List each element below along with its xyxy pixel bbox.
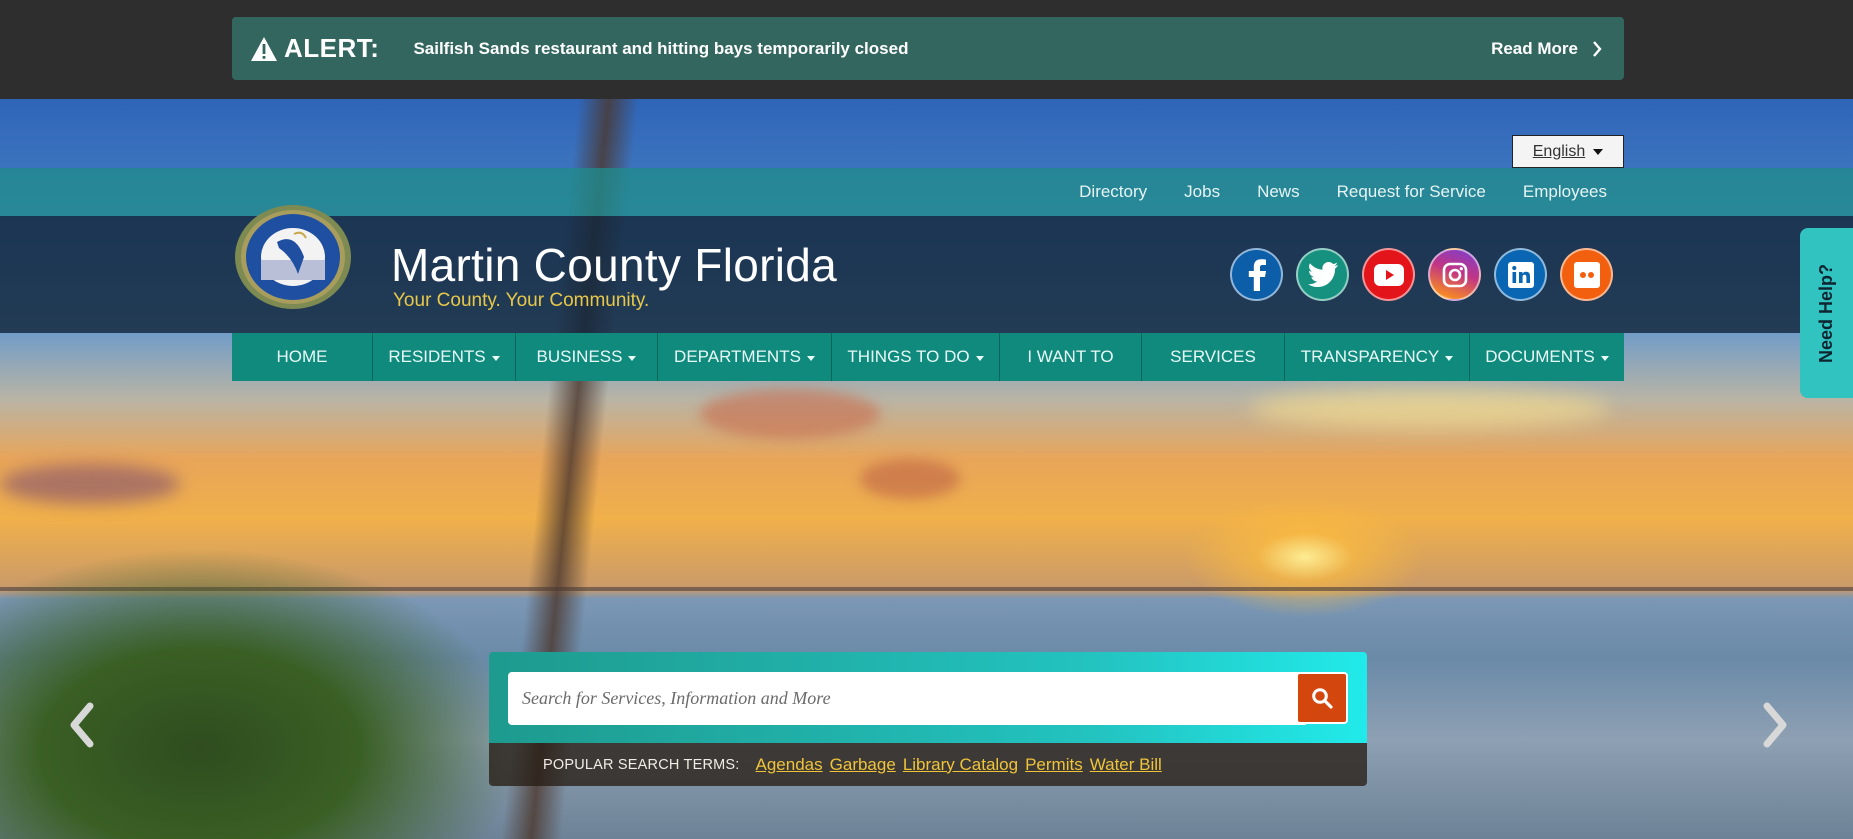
read-more-label: Read More — [1491, 38, 1578, 58]
popular-term-agendas[interactable]: Agendas — [756, 755, 823, 775]
alert-message: Sailfish Sands restaurant and hitting ba… — [413, 38, 909, 58]
nav-item-label: THINGS TO DO — [847, 347, 970, 366]
carousel-next-arrow-icon[interactable] — [1755, 700, 1795, 750]
popular-term-water-bill[interactable]: Water Bill — [1090, 755, 1162, 775]
caret-down-icon — [975, 355, 984, 361]
social-links — [1230, 248, 1613, 301]
cloud — [0, 464, 180, 504]
popular-term-permits[interactable]: Permits — [1025, 755, 1083, 775]
caret-down-icon — [1445, 355, 1454, 361]
caret-down-icon — [806, 355, 815, 361]
site-tagline: Your County. Your Community. — [393, 290, 650, 311]
alert-strip: ALERT: Sailfish Sands restaurant and hit… — [0, 0, 1853, 99]
cloud — [860, 459, 960, 499]
utility-link-news[interactable]: News — [1257, 182, 1300, 202]
site-title[interactable]: Martin County Florida — [391, 238, 837, 292]
main-nav: HOME RESIDENTS BUSINESS DEPARTMENTS THIN… — [232, 333, 1624, 381]
nav-item-label: I WANT TO — [1027, 347, 1114, 366]
nav-item-business[interactable]: BUSINESS — [516, 333, 658, 381]
utility-link-directory[interactable]: Directory — [1079, 182, 1147, 202]
nav-item-label: DEPARTMENTS — [674, 347, 801, 366]
instagram-icon[interactable] — [1428, 248, 1481, 301]
cloud — [700, 389, 880, 439]
nav-item-i-want-to[interactable]: I WANT TO — [1000, 333, 1142, 381]
chevron-right-icon — [1593, 40, 1602, 57]
utility-nav: Directory Jobs News Request for Service … — [1079, 182, 1607, 202]
popular-search-bar: POPULAR SEARCH TERMS: Agendas Garbage Li… — [489, 743, 1367, 786]
nav-item-transparency[interactable]: TRANSPARENCY — [1285, 333, 1470, 381]
twitter-icon[interactable] — [1296, 248, 1349, 301]
utility-link-employees[interactable]: Employees — [1523, 182, 1607, 202]
facebook-icon[interactable] — [1230, 248, 1283, 301]
need-help-tab[interactable]: Need Help? — [1800, 228, 1853, 398]
nav-item-residents[interactable]: RESIDENTS — [373, 333, 516, 381]
language-select[interactable]: English — [1512, 135, 1624, 168]
caret-down-icon — [628, 355, 637, 361]
nav-item-things-to-do[interactable]: THINGS TO DO — [832, 333, 1000, 381]
warning-triangle-icon — [251, 36, 277, 61]
search-icon — [1312, 688, 1333, 709]
utility-link-request-for-service[interactable]: Request for Service — [1337, 182, 1486, 202]
need-help-label: Need Help? — [1816, 263, 1836, 363]
flickr-icon[interactable] — [1560, 248, 1613, 301]
popular-search-label: POPULAR SEARCH TERMS: — [543, 756, 740, 773]
nav-item-documents[interactable]: DOCUMENTS — [1470, 333, 1624, 381]
search-button[interactable] — [1296, 672, 1348, 724]
search-input[interactable] — [508, 672, 1308, 725]
caret-down-icon — [1593, 148, 1604, 155]
nav-item-services[interactable]: SERVICES — [1142, 333, 1285, 381]
county-seal-logo[interactable] — [232, 202, 354, 310]
popular-term-library-catalog[interactable]: Library Catalog — [903, 755, 1018, 775]
nav-item-departments[interactable]: DEPARTMENTS — [658, 333, 832, 381]
search-panel — [489, 652, 1367, 743]
cloud — [1250, 389, 1610, 429]
popular-search-terms: Agendas Garbage Library Catalog Permits … — [756, 755, 1162, 775]
nav-item-home[interactable]: HOME — [232, 333, 373, 381]
nav-item-label: TRANSPARENCY — [1300, 347, 1440, 366]
nav-item-label: HOME — [276, 347, 328, 366]
caret-down-icon — [491, 355, 500, 361]
alert-label: ALERT: — [284, 33, 380, 63]
caret-down-icon — [1600, 355, 1609, 361]
nav-item-label: RESIDENTS — [388, 347, 486, 366]
popular-term-garbage[interactable]: Garbage — [830, 755, 896, 775]
read-more-link[interactable]: Read More — [1491, 39, 1602, 59]
language-selected: English — [1532, 142, 1586, 160]
alert-banner: ALERT: Sailfish Sands restaurant and hit… — [232, 17, 1624, 80]
carousel-prev-arrow-icon[interactable] — [62, 700, 102, 750]
nav-item-label: BUSINESS — [536, 347, 623, 366]
nav-item-label: SERVICES — [1170, 347, 1256, 366]
nav-item-label: DOCUMENTS — [1485, 347, 1595, 366]
utility-link-jobs[interactable]: Jobs — [1184, 182, 1220, 202]
youtube-icon[interactable] — [1362, 248, 1415, 301]
linkedin-icon[interactable] — [1494, 248, 1547, 301]
